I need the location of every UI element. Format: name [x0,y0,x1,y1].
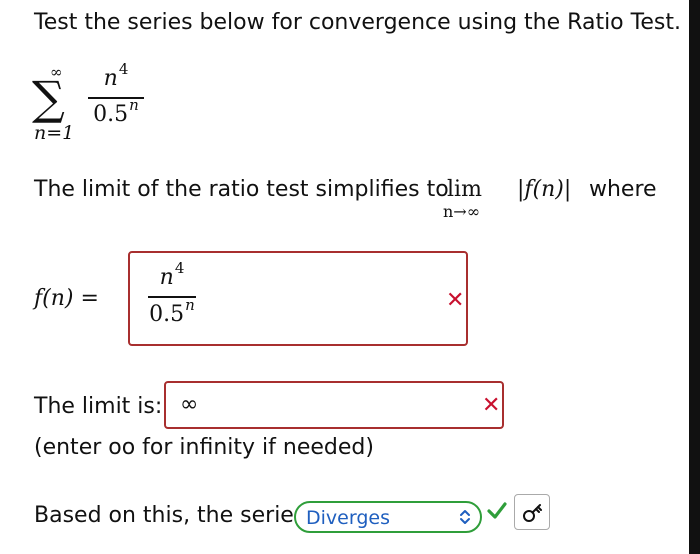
conclusion-selected-value: Diverges [306,507,390,529]
series-term-denominator: 0.5n [93,95,139,127]
series-term-numerator: n4 [103,60,129,91]
x-mark-icon: ✕ [446,288,465,313]
limit-answer-input[interactable]: ∞ ✕ [164,381,504,429]
limit-operator: lim n→∞ [441,176,511,226]
abs-f-of-n: |f(n)| [517,177,572,202]
f-of-n-fraction: n4 0.5n [148,259,196,333]
conclusion-label: Based on this, the series [34,503,306,528]
x-mark-icon: ✕ [482,393,501,418]
key-button[interactable] [514,494,550,530]
f-of-n-numerator: n4 [159,259,185,290]
sigma-symbol: ∑ [32,71,65,125]
ratio-test-question: Test the series below for convergence us… [0,0,700,554]
f-of-n-answer-box[interactable]: n4 0.5n ✕ [128,251,468,346]
f-of-n-denominator: 0.5n [149,295,195,327]
limit-is-label: The limit is: [34,394,163,419]
where-word: where [589,177,657,202]
f-of-n-label: f(n) = [34,286,99,311]
series-expression: ∞ ∑ n=1 n4 0.5n [30,60,170,150]
conclusion-select[interactable]: Diverges [294,501,482,533]
checkmark-icon [487,502,507,519]
question-prompt: Test the series below for convergence us… [34,10,681,35]
sum-lower-limit: n=1 [34,122,75,144]
series-term-fraction: n4 0.5n [88,60,144,132]
chevron-up-down-icon [460,510,470,524]
lim-word: lim [447,177,482,202]
lim-subscript: n→∞ [443,202,481,221]
infinity-hint: (enter oo for infinity if needed) [34,435,374,460]
limit-answer-value: ∞ [180,392,199,417]
limit-statement-text: The limit of the ratio test simplifies t… [34,177,449,202]
window-edge [689,0,700,554]
key-icon [523,504,542,522]
